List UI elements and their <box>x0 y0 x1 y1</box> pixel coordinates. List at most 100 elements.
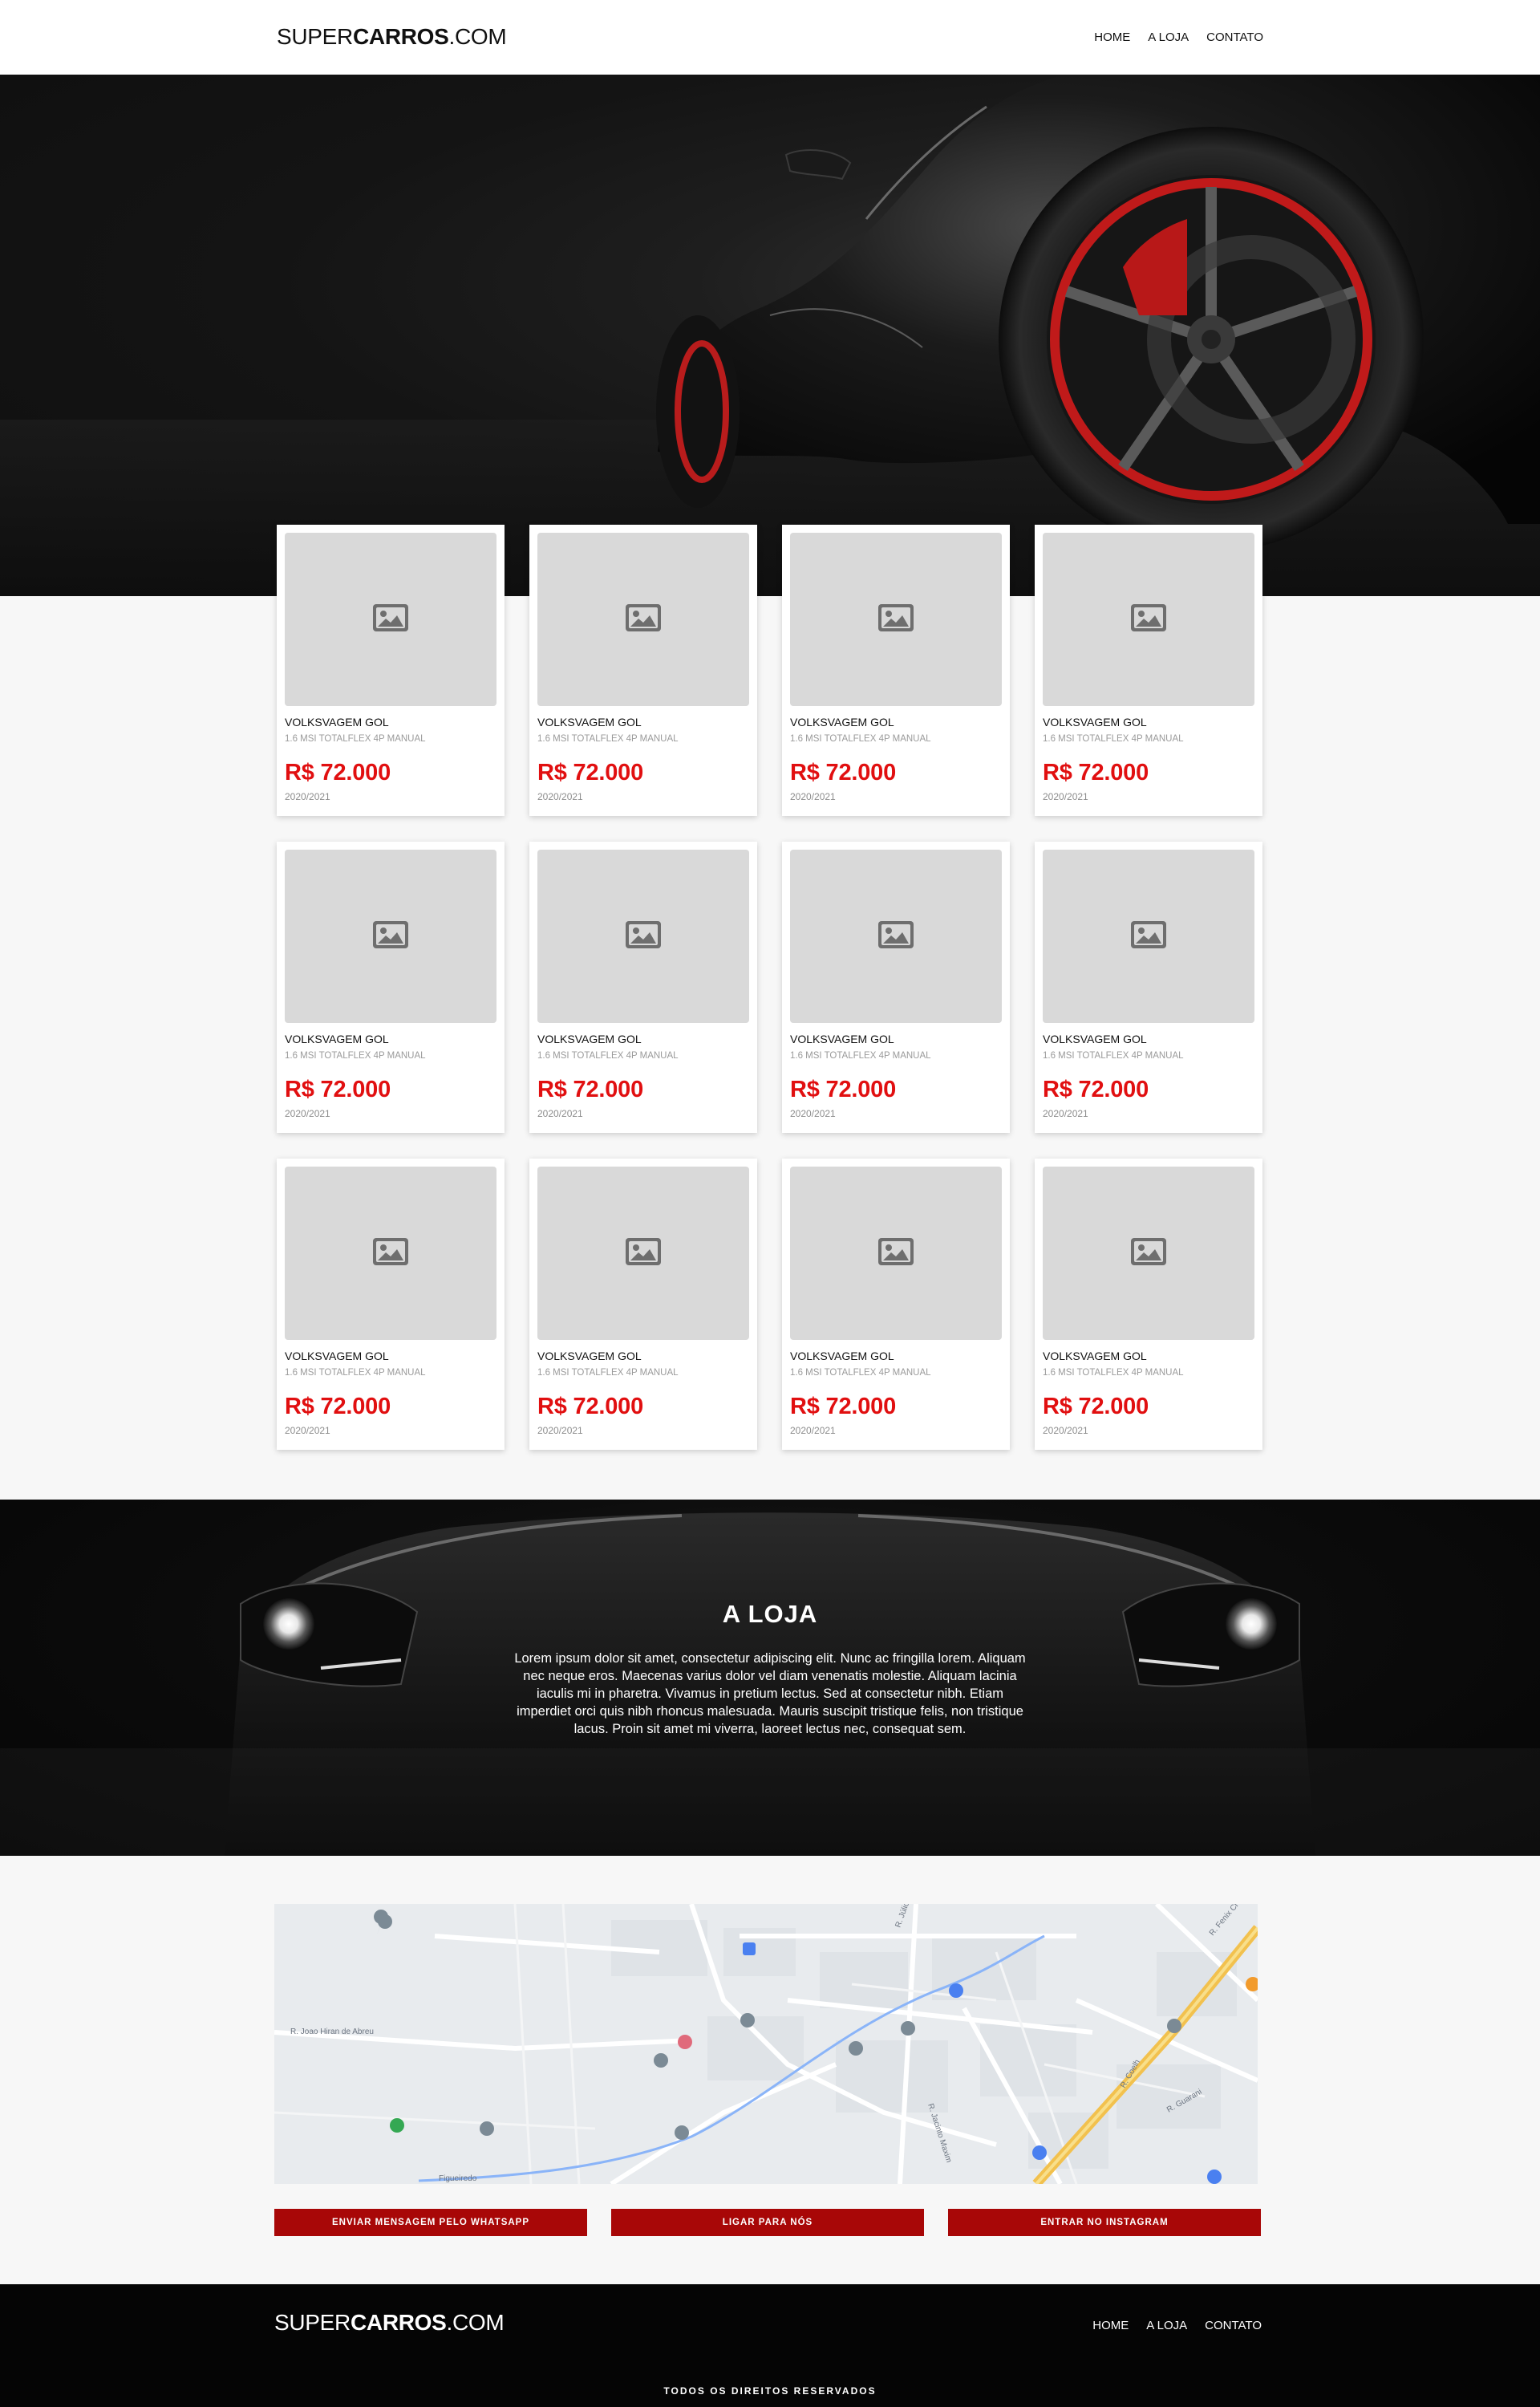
listing-year: 2020/2021 <box>285 1425 330 1436</box>
listing-year: 2020/2021 <box>537 1108 583 1119</box>
listing-year: 2020/2021 <box>790 791 836 802</box>
restaurant-pin-icon[interactable] <box>678 2035 692 2049</box>
about-section: A LOJA Lorem ipsum dolor sit amet, conse… <box>0 1500 1540 1856</box>
about-title: A LOJA <box>722 1600 818 1628</box>
listing-thumbnail[interactable] <box>790 850 1002 1023</box>
image-placeholder-icon <box>372 603 409 636</box>
listing-price: R$ 72.000 <box>1043 760 1149 785</box>
listing-title: VOLKSVAGEM GOL <box>1043 1033 1147 1045</box>
instagram-button[interactable]: ENTRAR NO INSTAGRAM <box>948 2209 1261 2236</box>
listing-price: R$ 72.000 <box>1043 1077 1149 1102</box>
site-logo[interactable]: SUPERCARROS.COM <box>277 24 507 50</box>
map-canvas[interactable]: R. Joao Hiran de Abreu R. Júlio Rodr. R.… <box>274 1904 1258 2184</box>
site-header: SUPERCARROS.COM HOME A LOJA CONTATO <box>0 0 1540 75</box>
listing-thumbnail[interactable] <box>790 533 1002 706</box>
footer-nav-home-link[interactable]: HOME <box>1092 2319 1129 2332</box>
image-placeholder-icon <box>877 1237 914 1270</box>
park-pin-icon[interactable] <box>390 2118 404 2133</box>
listing-thumbnail[interactable] <box>537 1167 749 1340</box>
listing-year: 2020/2021 <box>1043 1108 1088 1119</box>
listing-thumbnail[interactable] <box>285 1167 496 1340</box>
listing-subtitle: 1.6 MSI TOTALFLEX 4P MANUAL <box>537 1368 679 1378</box>
listing-price: R$ 72.000 <box>285 1077 391 1102</box>
hero-sports-car-image <box>0 75 1540 596</box>
footer-logo[interactable]: SUPERCARROS.COM <box>274 2310 505 2336</box>
listing-card[interactable]: VOLKSVAGEM GOL 1.6 MSI TOTALFLEX 4P MANUA… <box>529 1159 757 1450</box>
listing-card[interactable]: VOLKSVAGEM GOL 1.6 MSI TOTALFLEX 4P MANUA… <box>277 525 505 816</box>
shop-pin-icon[interactable] <box>949 1983 963 1998</box>
copyright-text: TODOS OS DIREITOS RESERVADOS <box>663 2385 877 2397</box>
listing-thumbnail[interactable] <box>1043 1167 1254 1340</box>
listing-card[interactable]: VOLKSVAGEM GOL 1.6 MSI TOTALFLEX 4P MANUA… <box>277 1159 505 1450</box>
listing-year: 2020/2021 <box>1043 791 1088 802</box>
nav-home-link[interactable]: HOME <box>1094 30 1130 44</box>
listing-year: 2020/2021 <box>790 1108 836 1119</box>
listing-price: R$ 72.000 <box>790 1077 897 1102</box>
image-placeholder-icon <box>625 920 662 953</box>
listing-subtitle: 1.6 MSI TOTALFLEX 4P MANUAL <box>285 1051 426 1061</box>
listing-card[interactable]: VOLKSVAGEM GOL 1.6 MSI TOTALFLEX 4P MANUA… <box>1035 1159 1262 1450</box>
whatsapp-button[interactable]: ENVIAR MENSAGEM PELO WHATSAPP <box>274 2209 587 2236</box>
listing-title: VOLKSVAGEM GOL <box>537 1350 642 1362</box>
listing-thumbnail[interactable] <box>1043 850 1254 1023</box>
school-pin-icon[interactable] <box>1207 2170 1222 2184</box>
listing-card[interactable]: VOLKSVAGEM GOL 1.6 MSI TOTALFLEX 4P MANUA… <box>782 525 1010 816</box>
image-placeholder-icon <box>877 920 914 953</box>
listing-year: 2020/2021 <box>1043 1425 1088 1436</box>
nav-contato-link[interactable]: CONTATO <box>1206 30 1263 44</box>
listing-price: R$ 72.000 <box>285 1394 391 1419</box>
listing-price: R$ 72.000 <box>537 760 644 785</box>
listing-thumbnail[interactable] <box>790 1167 1002 1340</box>
listing-year: 2020/2021 <box>537 791 583 802</box>
listing-thumbnail[interactable] <box>285 850 496 1023</box>
image-placeholder-icon <box>625 1237 662 1270</box>
listings-grid: VOLKSVAGEM GOL 1.6 MSI TOTALFLEX 4P MANUA… <box>277 525 1263 1450</box>
shop-pin-icon-2[interactable] <box>1032 2145 1047 2160</box>
listing-subtitle: 1.6 MSI TOTALFLEX 4P MANUAL <box>1043 1368 1184 1378</box>
listing-thumbnail[interactable] <box>537 533 749 706</box>
listing-subtitle: 1.6 MSI TOTALFLEX 4P MANUAL <box>790 1368 931 1378</box>
listing-price: R$ 72.000 <box>1043 1394 1149 1419</box>
listing-title: VOLKSVAGEM GOL <box>1043 1350 1147 1362</box>
store-pin-icon[interactable] <box>743 1942 756 1955</box>
listing-thumbnail[interactable] <box>285 533 496 706</box>
listing-thumbnail[interactable] <box>1043 533 1254 706</box>
listing-title: VOLKSVAGEM GOL <box>285 716 389 729</box>
map-street-label: R. Joao Hiran de Abreu <box>290 2027 374 2036</box>
image-placeholder-icon <box>372 1237 409 1270</box>
listing-card[interactable]: VOLKSVAGEM GOL 1.6 MSI TOTALFLEX 4P MANUA… <box>529 525 757 816</box>
listing-title: VOLKSVAGEM GOL <box>537 1033 642 1045</box>
listing-title: VOLKSVAGEM GOL <box>790 716 894 729</box>
listing-price: R$ 72.000 <box>790 1394 897 1419</box>
listing-subtitle: 1.6 MSI TOTALFLEX 4P MANUAL <box>537 734 679 744</box>
nav-loja-link[interactable]: A LOJA <box>1148 30 1189 44</box>
main-nav: HOME A LOJA CONTATO <box>1094 30 1263 44</box>
listing-card[interactable]: VOLKSVAGEM GOL 1.6 MSI TOTALFLEX 4P MANUA… <box>782 842 1010 1133</box>
listing-card[interactable]: VOLKSVAGEM GOL 1.6 MSI TOTALFLEX 4P MANUA… <box>529 842 757 1133</box>
site-footer: SUPERCARROS.COM HOME A LOJA CONTATO TODO… <box>0 2284 1540 2407</box>
image-placeholder-icon <box>1130 603 1167 636</box>
listing-price: R$ 72.000 <box>285 760 391 785</box>
listing-title: VOLKSVAGEM GOL <box>790 1350 894 1362</box>
listing-card[interactable]: VOLKSVAGEM GOL 1.6 MSI TOTALFLEX 4P MANUA… <box>277 842 505 1133</box>
listing-title: VOLKSVAGEM GOL <box>790 1033 894 1045</box>
listing-subtitle: 1.6 MSI TOTALFLEX 4P MANUAL <box>285 734 426 744</box>
listing-card[interactable]: VOLKSVAGEM GOL 1.6 MSI TOTALFLEX 4P MANUA… <box>782 1159 1010 1450</box>
listing-subtitle: 1.6 MSI TOTALFLEX 4P MANUAL <box>1043 1051 1184 1061</box>
listing-card[interactable]: VOLKSVAGEM GOL 1.6 MSI TOTALFLEX 4P MANUA… <box>1035 525 1262 816</box>
listing-price: R$ 72.000 <box>537 1077 644 1102</box>
call-button[interactable]: LIGAR PARA NÓS <box>611 2209 924 2236</box>
listing-title: VOLKSVAGEM GOL <box>285 1350 389 1362</box>
svg-text:Figueiredo: Figueiredo <box>439 2174 477 2183</box>
listing-card[interactable]: VOLKSVAGEM GOL 1.6 MSI TOTALFLEX 4P MANUA… <box>1035 842 1262 1133</box>
image-placeholder-icon <box>877 603 914 636</box>
footer-nav-contato-link[interactable]: CONTATO <box>1205 2319 1262 2332</box>
listing-subtitle: 1.6 MSI TOTALFLEX 4P MANUAL <box>1043 734 1184 744</box>
location-map[interactable]: R. Joao Hiran de Abreu R. Júlio Rodr. R.… <box>274 1904 1258 2184</box>
contact-buttons: ENVIAR MENSAGEM PELO WHATSAPP LIGAR PARA… <box>274 2209 1262 2236</box>
listing-price: R$ 72.000 <box>790 760 897 785</box>
footer-nav-loja-link[interactable]: A LOJA <box>1146 2319 1187 2332</box>
listing-price: R$ 72.000 <box>537 1394 644 1419</box>
footer-nav: HOME A LOJA CONTATO <box>1092 2319 1262 2332</box>
listing-thumbnail[interactable] <box>537 850 749 1023</box>
